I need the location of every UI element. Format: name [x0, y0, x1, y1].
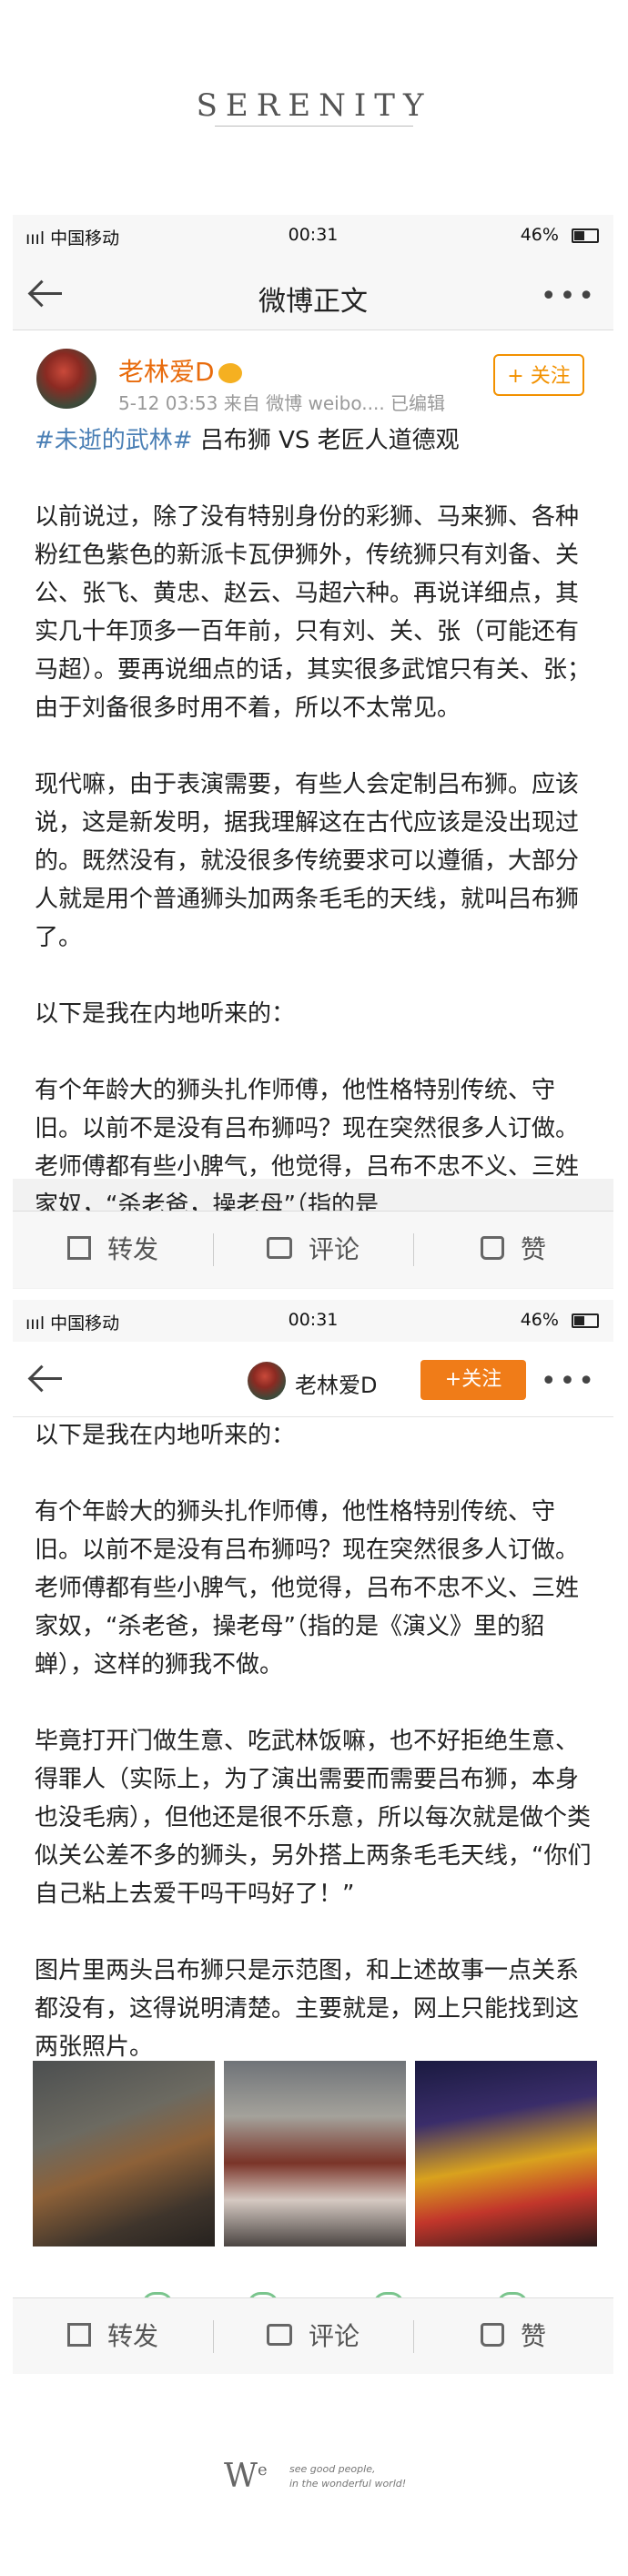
share-button[interactable]: 转发: [13, 2298, 213, 2374]
share-label: 转发: [106, 1234, 158, 1264]
battery-status: 46%: [521, 1310, 599, 1330]
comment-label: 评论: [308, 2321, 360, 2351]
post-paragraph: 现代嘛，由于表演需要，有些人会定制吕布狮。应该说，这是新发明，据我理解这在古代应…: [35, 771, 580, 951]
thumbs-up-icon: [480, 2323, 504, 2347]
status-bar: ıııl 中国移动 00:31 46%: [13, 215, 613, 257]
photo-lion-dance-street[interactable]: [224, 2061, 406, 2246]
comment-button[interactable]: 评论: [213, 1212, 413, 1288]
brand-title: SERENITY: [196, 87, 432, 124]
post-headline: #未逝的武林# 吕布狮 VS 老匠人道德观: [35, 421, 599, 460]
share-button[interactable]: 转发: [13, 1212, 213, 1288]
brand-underline: [215, 126, 413, 127]
post-paragraph: 以下是我在内地听来的：: [35, 1422, 296, 1449]
comment-icon: [266, 1237, 292, 1259]
follow-button[interactable]: + 关注: [493, 354, 584, 396]
action-bar: 转发 评论 赞: [13, 1211, 613, 1288]
post-paragraph: 以前说过，除了没有特别身份的彩狮、马来狮、各种粉红色紫色的新派卡瓦伊狮外，传统狮…: [35, 503, 592, 722]
nav-bar: 微博正文 •••: [13, 257, 613, 330]
like-label: 赞: [520, 1234, 546, 1264]
post-meta: 5-12 03:53 来自 微博 weibo.... 已编辑: [118, 392, 446, 414]
author-name[interactable]: 老林爱D: [295, 1367, 377, 1399]
follow-button[interactable]: +关注: [420, 1360, 526, 1400]
comment-icon: [266, 2324, 292, 2346]
post-paragraph: 毕竟打开门做生意、吃武林饭嘛，也不好拒绝生意、得罪人（实际上，为了演出需要而需要…: [35, 1728, 592, 1908]
post-body: #未逝的武林# 吕布狮 VS 老匠人道德观 以前说过，除了没有特别身份的彩狮、马…: [35, 421, 599, 1263]
thumbs-up-icon: [480, 1236, 504, 1260]
post-body: 以下是我在内地听来的： 有个年龄大的狮头扎作师傅，他性格特别传统、守旧。以前不是…: [35, 1416, 599, 2104]
share-icon: [66, 1236, 91, 1260]
post-paragraph: 有个年龄大的狮头扎作师傅，他性格特别传统、守旧。以前不是没有吕布狮吗？现在突然很…: [35, 1077, 580, 1219]
share-icon: [66, 2323, 91, 2347]
page-title: 微博正文: [258, 286, 368, 318]
action-bar: 转发 评论 赞: [13, 2297, 613, 2374]
more-options-icon[interactable]: •••: [541, 280, 597, 312]
author-name-text: 老林爱D: [118, 357, 215, 387]
avatar[interactable]: [248, 1362, 286, 1400]
post-card: 老林爱D 5-12 03:53 来自 微博 weibo.... 已编辑 + 关注…: [13, 330, 613, 1219]
battery-icon: [572, 1313, 599, 1328]
battery-fill: [574, 230, 584, 240]
headline-text: 吕布狮 VS 老匠人道德观: [192, 427, 460, 454]
watermark-line1: see good people,: [289, 2463, 376, 2475]
battery-status: 46%: [521, 225, 599, 245]
watermark-sup: e: [258, 2460, 268, 2480]
vip-badge-icon: [218, 363, 242, 383]
watermark-letter: W: [224, 2458, 258, 2495]
like-button[interactable]: 赞: [413, 2298, 613, 2374]
comment-label: 评论: [308, 1234, 360, 1264]
watermark-line2: in the wonderful world!: [289, 2478, 407, 2490]
comment-button[interactable]: 评论: [213, 2298, 413, 2374]
share-label: 转发: [106, 2321, 158, 2351]
photo-lion-dance-yellow[interactable]: [415, 2061, 597, 2246]
watermark-logo: We: [224, 2458, 268, 2495]
battery-percent: 46%: [520, 225, 559, 245]
avatar[interactable]: [36, 349, 96, 409]
photo-lu-bu-warrior[interactable]: [33, 2061, 215, 2246]
post-paragraph: 有个年龄大的狮头扎作师傅，他性格特别传统、守旧。以前不是没有吕布狮吗？现在突然很…: [35, 1498, 580, 1678]
author-name[interactable]: 老林爱D: [118, 352, 242, 389]
status-bar: ıııl 中国移动 00:31 46%: [13, 1300, 613, 1342]
watermark: We see good people, in the wonderful wor…: [0, 2458, 628, 2503]
screenshot-post-detail: ıııl 中国移动 00:31 46% 微博正文 ••• 老林爱D 5-12 0…: [13, 215, 613, 1289]
back-arrow-icon[interactable]: [27, 1362, 64, 1394]
post-paragraph: 图片里两头吕布狮只是示范图，和上述故事一点关系都没有，这得说明清楚。主要就是，网…: [35, 1957, 580, 2061]
like-label: 赞: [520, 2321, 546, 2351]
photo-grid: [33, 2061, 597, 2246]
post-paragraph: 以下是我在内地听来的：: [35, 1000, 296, 1028]
more-options-icon[interactable]: •••: [541, 1365, 597, 1397]
battery-icon: [572, 228, 599, 243]
battery-fill: [574, 1315, 584, 1325]
screenshot-post-scrolled: ıııl 中国移动 00:31 46% 老林爱D +关注 ••• 以下是我在内地…: [13, 1300, 613, 2374]
nav-bar: 老林爱D +关注 •••: [13, 1342, 613, 1417]
like-button[interactable]: 赞: [413, 1212, 613, 1288]
topic-hashtag[interactable]: #未逝的武林#: [35, 427, 193, 454]
battery-percent: 46%: [520, 1310, 559, 1330]
